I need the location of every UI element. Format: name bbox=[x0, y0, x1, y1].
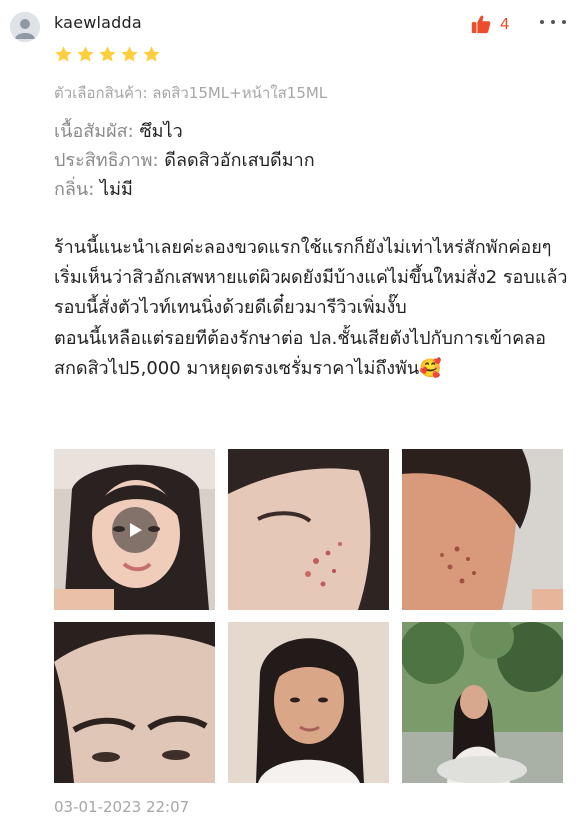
star-icon bbox=[121, 46, 138, 62]
review-paragraph: ตอนนี้เหลือแต่รอยทีต้องรักษาต่อ ปล.ชั้นเ… bbox=[54, 327, 546, 379]
more-dot-icon bbox=[540, 20, 544, 24]
attribute-texture: เนื้อสัมผัส: ซึมไว bbox=[54, 117, 315, 146]
more-dot-icon bbox=[551, 20, 555, 24]
review-paragraph: ร้านนี้แนะนำเลยค่ะลองขวดแรกใช้แรกก็ยังไม… bbox=[54, 237, 568, 319]
photo-forehead[interactable] bbox=[54, 622, 215, 783]
review-timestamp: 03-01-2023 22:07 bbox=[54, 798, 190, 816]
attribute-scent: กลิ่น: ไม่มี bbox=[54, 175, 315, 204]
review-text: ร้านนี้แนะนำเลยค่ะลองขวดแรกใช้แรกก็ยังไม… bbox=[54, 233, 570, 384]
more-options-button[interactable] bbox=[540, 12, 566, 32]
play-icon bbox=[130, 523, 142, 537]
username[interactable]: kaewladda bbox=[54, 13, 142, 32]
more-dot-icon bbox=[562, 20, 566, 24]
star-icon bbox=[143, 46, 160, 62]
photo-selfie[interactable] bbox=[228, 622, 389, 783]
review-header: kaewladda 4 bbox=[0, 0, 580, 50]
product-variation: ตัวเลือกสินค้า: ลดสิว15ML+หน้าใส15ML bbox=[54, 84, 328, 102]
like-count: 4 bbox=[500, 15, 510, 33]
attribute-key: เนื้อสัมผัส: bbox=[54, 121, 134, 142]
star-icon bbox=[55, 46, 72, 62]
like-button[interactable]: 4 bbox=[470, 12, 510, 36]
photo-cheek-side[interactable] bbox=[402, 449, 563, 610]
attribute-value: ไม่มี bbox=[100, 179, 133, 200]
attribute-effectiveness: ประสิทธิภาพ: ดีลดสิวอักเสบดีมาก bbox=[54, 146, 315, 175]
attribute-key: กลิ่น: bbox=[54, 179, 95, 200]
attribute-key: ประสิทธิภาพ: bbox=[54, 150, 159, 171]
star-icon bbox=[77, 46, 94, 62]
photo-outdoor[interactable] bbox=[402, 622, 563, 783]
media-gallery bbox=[54, 449, 563, 783]
attribute-value: ดีลดสิวอักเสบดีมาก bbox=[164, 150, 315, 171]
review-attributes: เนื้อสัมผัส: ซึมไว ประสิทธิภาพ: ดีลดสิวอ… bbox=[54, 117, 315, 204]
video-thumbnail[interactable] bbox=[54, 449, 215, 610]
play-button[interactable] bbox=[112, 507, 158, 553]
photo-cheek-closeup[interactable] bbox=[228, 449, 389, 610]
attribute-value: ซึมไว bbox=[139, 121, 183, 142]
user-avatar-icon[interactable] bbox=[10, 12, 40, 42]
rating-stars bbox=[54, 45, 161, 64]
star-icon bbox=[99, 46, 116, 62]
thumbs-up-icon bbox=[471, 15, 491, 34]
